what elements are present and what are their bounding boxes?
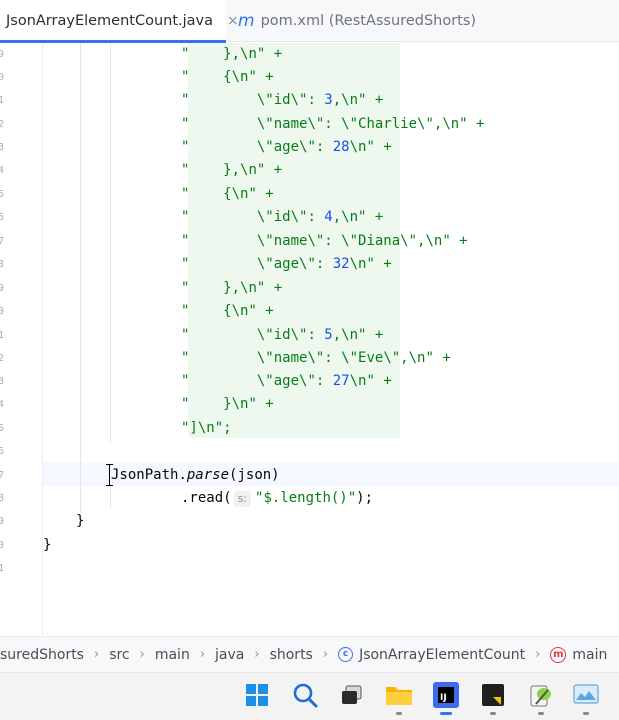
- running-indicator: [538, 712, 544, 715]
- line-number: 6: [0, 446, 5, 457]
- task-view-icon[interactable]: [338, 681, 366, 709]
- code-line: " {\n" +: [181, 303, 274, 319]
- line-number: 0: [0, 540, 5, 551]
- indent-guide: [110, 487, 111, 509]
- line-number: 9: [0, 516, 5, 527]
- editor-tab-bar: JsonArrayElementCount.java × m pom.xml (…: [0, 0, 619, 43]
- code-line: " {\n" +: [181, 186, 274, 202]
- breadcrumb-item-project[interactable]: suredShorts: [0, 647, 84, 663]
- breadcrumb-item-main[interactable]: main: [155, 647, 190, 663]
- intellij-idea-icon[interactable]: IJ: [432, 681, 460, 715]
- tab-jsonarrayelementcount[interactable]: JsonArrayElementCount.java ×: [0, 0, 239, 43]
- breadcrumb-separator: ›: [254, 647, 260, 662]
- line-number: 1: [0, 563, 5, 574]
- indent-guide: [110, 43, 111, 443]
- code-line: }: [76, 513, 85, 529]
- windows-taskbar: IJ: [0, 672, 619, 720]
- line-number: 9: [0, 49, 5, 60]
- code-line: " \"name\": \"Charlie\",\n" +: [181, 116, 485, 132]
- breadcrumb-separator: ›: [139, 647, 145, 662]
- line-number: 1: [0, 95, 5, 106]
- breadcrumb-separator: ›: [93, 647, 100, 662]
- line-number: 5: [0, 189, 5, 200]
- line-number: 3: [0, 142, 5, 153]
- line-number: 3: [0, 376, 5, 387]
- breadcrumb-item-method[interactable]: m main: [550, 646, 608, 663]
- indent-guide: [80, 43, 81, 513]
- breadcrumb-label: JsonArrayElementCount: [359, 646, 526, 663]
- breadcrumb-item-java[interactable]: java: [215, 647, 244, 663]
- code-line: " \"id\": 4,\n" +: [181, 209, 384, 225]
- breadcrumb-item-shorts[interactable]: shorts: [270, 647, 313, 663]
- close-icon[interactable]: ×: [227, 13, 239, 29]
- class-icon: c: [338, 647, 354, 662]
- running-indicator: [396, 712, 402, 715]
- line-number: 4: [0, 165, 5, 176]
- code-line: }: [43, 537, 52, 553]
- code-line: " },\n" +: [181, 280, 283, 296]
- line-number: 7: [0, 236, 5, 247]
- line-number: 4: [0, 399, 5, 410]
- method-icon: m: [550, 646, 567, 663]
- code-line: " \"age\": 32\n" +: [181, 256, 392, 272]
- code-line: JsonPath.parse(json): [111, 467, 280, 483]
- line-number: 5: [0, 423, 5, 434]
- breadcrumb-item-src[interactable]: src: [109, 647, 129, 663]
- running-indicator: [440, 712, 452, 715]
- breadcrumb-separator: ›: [535, 647, 541, 662]
- line-number: 2: [0, 353, 5, 364]
- breadcrumb-separator: ›: [322, 647, 329, 662]
- breadcrumb: suredShorts › src › main › java › shorts…: [0, 636, 619, 672]
- line-number: 1: [0, 330, 5, 341]
- code-editor[interactable]: 9 0 1 2 3 4 5 6 7 8 9 0 1 2 3 4 5 6 7 8 9 0 1 " },\n" + " {\n"…: [0, 43, 619, 635]
- code-line: " {\n" +: [181, 66, 274, 89]
- code-line: " },\n" +: [181, 162, 283, 178]
- line-number: 6: [0, 212, 5, 223]
- running-indicator: [583, 712, 589, 715]
- line-number: 7: [0, 470, 5, 481]
- line-number: 0: [0, 72, 5, 83]
- code-line: " },\n" +: [181, 46, 283, 62]
- code-line: " }\n" +: [181, 396, 274, 412]
- search-icon[interactable]: [291, 681, 319, 709]
- code-line: " \"id\": 5,\n" +: [181, 327, 384, 343]
- notepad-plus-icon[interactable]: [527, 681, 555, 715]
- file-explorer-icon[interactable]: [385, 681, 413, 715]
- breadcrumb-item-class[interactable]: c JsonArrayElementCount: [338, 647, 525, 663]
- photos-icon[interactable]: [572, 681, 600, 715]
- line-number: 8: [0, 493, 5, 504]
- code-line: " \"name\": \"Eve\",\n" +: [181, 350, 451, 366]
- maven-icon: m: [238, 11, 255, 31]
- code-line: " \"age\": 27\n" +: [181, 373, 392, 389]
- breadcrumb-label: main: [572, 646, 608, 663]
- windows-start-icon[interactable]: [243, 681, 271, 709]
- code-line: " \"name\": \"Diana\",\n" +: [181, 233, 468, 249]
- parameter-hint: s:: [233, 491, 252, 507]
- code-line: "]\n";: [181, 420, 232, 436]
- line-number: 9: [0, 283, 5, 294]
- tab-pom-xml[interactable]: m pom.xml (RestAssuredShorts): [238, 0, 476, 42]
- line-number: 0: [0, 306, 5, 317]
- line-number: 2: [0, 119, 5, 130]
- breadcrumb-separator: ›: [199, 647, 206, 662]
- code-line: " \"age\": 28\n" +: [181, 139, 392, 155]
- text-cursor: [106, 464, 113, 486]
- svg-text:IJ: IJ: [440, 693, 447, 703]
- code-line: .read(s: "$.length()");: [181, 490, 374, 507]
- code-line: " \"id\": 3,\n" +: [181, 92, 384, 108]
- running-indicator: [490, 712, 496, 715]
- string-literal: " {\n" +: [181, 69, 274, 85]
- line-number: 8: [0, 259, 5, 270]
- tab-label: JsonArrayElementCount.java: [6, 13, 214, 29]
- app-icon[interactable]: [479, 681, 507, 715]
- tab-label: pom.xml (RestAssuredShorts): [260, 13, 477, 29]
